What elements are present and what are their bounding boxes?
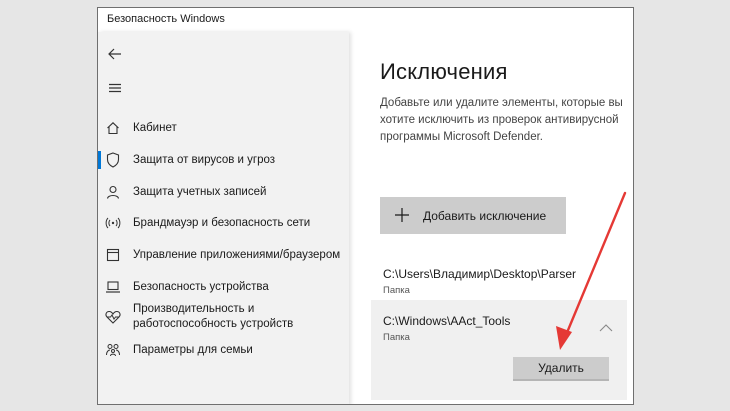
window-title: Безопасность Windows [107, 13, 225, 25]
exclusion-item-expanded[interactable]: C:\Windows\AAct_Tools Папка Удалить [371, 300, 627, 400]
page-title: Исключения [380, 59, 508, 84]
sidebar-item-label: Брандмауэр и безопасность сети [133, 216, 311, 229]
sidebar-item-label: Безопасность устройства [133, 280, 269, 293]
add-exclusion-button[interactable]: Добавить исключение [380, 197, 566, 234]
sidebar-item-label: Производительность и работоспособность у… [133, 303, 294, 330]
sidebar-item-label: Параметры для семьи [133, 343, 253, 356]
back-button[interactable] [104, 44, 126, 64]
plus-icon [395, 208, 409, 222]
exclusion-type: Папка [383, 332, 410, 343]
shield-icon [104, 151, 122, 169]
app-window-icon [104, 246, 122, 264]
family-icon [104, 341, 122, 359]
sidebar: Кабинет Защита от вирусов и угроз Защита… [98, 32, 349, 404]
page-description: Добавьте или удалите элементы, которые в… [380, 97, 623, 143]
exclusion-type: Папка [383, 285, 410, 296]
main-content: Исключения Добавьте или удалите элементы… [349, 32, 633, 404]
laptop-icon [104, 278, 122, 296]
heart-icon [104, 308, 122, 326]
exclusion-path: C:\Users\Владимир\Desktop\Parser [383, 267, 577, 281]
sidebar-item-virus-protection[interactable]: Защита от вирусов и угроз [98, 145, 349, 175]
sidebar-item-account-protection[interactable]: Защита учетных записей [98, 177, 349, 207]
back-arrow-icon [108, 48, 121, 60]
sidebar-item-label: Защита учетных записей [133, 185, 267, 198]
home-icon [104, 119, 122, 137]
sidebar-item-device-security[interactable]: Безопасность устройства [98, 272, 349, 302]
wifi-antenna-icon [104, 214, 122, 232]
sidebar-item-firewall[interactable]: Брандмауэр и безопасность сети [98, 208, 349, 238]
sidebar-item-device-performance[interactable]: Производительность и работоспособность у… [98, 300, 349, 334]
sidebar-item-label: Защита от вирусов и угроз [133, 153, 276, 166]
sidebar-item-home[interactable]: Кабинет [98, 113, 349, 143]
add-exclusion-label: Добавить исключение [423, 208, 547, 223]
exclusion-path: C:\Windows\AAct_Tools [383, 314, 511, 328]
person-icon [104, 183, 122, 201]
hamburger-icon [109, 83, 121, 93]
sidebar-item-family-options[interactable]: Параметры для семьи [98, 335, 349, 365]
chevron-up-icon[interactable] [599, 324, 613, 332]
menu-button[interactable] [104, 78, 126, 98]
exclusion-item[interactable]: C:\Users\Владимир\Desktop\Parser Папка [371, 257, 633, 297]
windows-security-window: Безопасность Windows Кабинет Защита от в… [97, 7, 634, 405]
sidebar-item-label: Кабинет [133, 121, 177, 134]
remove-button[interactable]: Удалить [513, 357, 609, 381]
sidebar-item-label: Управление приложениями/браузером [133, 248, 341, 261]
sidebar-item-app-browser-control[interactable]: Управление приложениями/браузером [98, 240, 349, 270]
